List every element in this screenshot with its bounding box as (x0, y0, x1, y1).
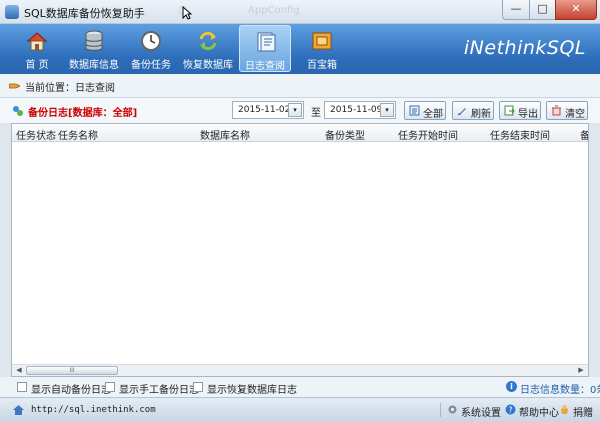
toolbar-label: 备份任务 (131, 60, 171, 71)
toolbar-database-info-button[interactable]: 数据库信息 (68, 25, 120, 72)
column-header-end-time[interactable]: 任务结束时间 (490, 127, 550, 141)
toolbar-label: 日志查阅 (245, 61, 285, 72)
location-bar: 当前位置：日志查阅 (0, 74, 600, 98)
minimize-button[interactable]: — (502, 0, 530, 20)
donate-icon (559, 404, 570, 415)
log-table[interactable]: 任务状态 任务名称 数据库名称 备份类型 任务开始时间 任务结束时间 备 ◀ I… (11, 123, 589, 377)
show-all-button[interactable]: 全部 (404, 101, 446, 120)
scrollbar-thumb[interactable]: III (26, 366, 118, 375)
toolbar-log-view-button[interactable]: 日志查阅 (239, 25, 291, 72)
date-to-value: 2015-11-09 (330, 105, 383, 115)
filter-bar: 备份日志[数据库：全部] 2015-11-02 ▾ 至 2015-11-09 ▾… (0, 98, 600, 123)
settings-icon (447, 404, 458, 415)
background-tab-label: AppConfig (248, 5, 300, 16)
log-options-bar: 显示自动备份日志 显示手工备份日志 显示恢复数据库日志 i 日志信息数量：0条 (0, 377, 600, 397)
backup-log-icon (12, 105, 24, 117)
home-icon (26, 30, 48, 52)
column-header-task-name[interactable]: 任务名称 (58, 127, 98, 141)
export-button[interactable]: 导出 (499, 101, 541, 120)
toolbar-label: 数据库信息 (69, 60, 119, 71)
website-link[interactable]: http://sql.inethink.com (31, 405, 156, 415)
divider (440, 403, 441, 417)
toolbar-label: 首 页 (25, 60, 49, 71)
help-icon: ? (505, 404, 516, 415)
toolbar-toolbox-button[interactable]: 百宝箱 (296, 25, 348, 72)
list-icon (409, 105, 420, 116)
status-bar: http://sql.inethink.com 系统设置 ? 帮助中心 捐赠 (0, 397, 600, 422)
calendar-dropdown-icon[interactable]: ▾ (288, 103, 302, 117)
table-header: 任务状态 任务名称 数据库名称 备份类型 任务开始时间 任务结束时间 备 (12, 124, 588, 142)
export-icon (504, 105, 515, 116)
toolbar-restore-database-button[interactable]: 恢复数据库 (182, 25, 234, 72)
title-bar: SQL数据库备份恢复助手 ▢ AppConfig — □ ✕ (0, 0, 600, 24)
horizontal-scrollbar[interactable]: ◀ III ▶ (12, 364, 588, 376)
date-range-separator: 至 (311, 108, 321, 119)
column-header-status[interactable]: 任务状态 (16, 127, 56, 141)
refresh-button[interactable]: 刷新 (452, 101, 494, 120)
close-button[interactable]: ✕ (555, 0, 597, 20)
column-header-start-time[interactable]: 任务开始时间 (398, 127, 458, 141)
location-pin-icon (8, 81, 21, 91)
date-from-value: 2015-11-02 (238, 105, 291, 115)
toolbar-backup-task-button[interactable]: 备份任务 (125, 25, 177, 72)
toolbar-home-button[interactable]: 首 页 (11, 25, 63, 72)
mouse-cursor-icon (182, 5, 193, 20)
calendar-dropdown-icon[interactable]: ▾ (380, 103, 394, 117)
maximize-button[interactable]: □ (529, 0, 556, 20)
column-header-database-name[interactable]: 数据库名称 (200, 127, 250, 141)
log-count: 日志信息数量：0条 (520, 385, 600, 396)
log-icon (255, 31, 277, 53)
column-header-remark[interactable]: 备 (580, 127, 588, 141)
main-toolbar: 首 页 数据库信息 备份任务 恢复数据库 日志查阅 百宝箱 iNethinkSQ… (0, 24, 600, 74)
clock-icon (140, 30, 162, 52)
refresh-icon (457, 105, 468, 116)
toolbox-icon (311, 30, 333, 52)
window-title: SQL数据库备份恢复助手 (24, 7, 145, 20)
info-icon: i (506, 381, 517, 392)
website-home-icon (12, 404, 25, 416)
app-icon (5, 5, 19, 19)
scroll-left-arrow-icon[interactable]: ◀ (14, 366, 24, 375)
brand-logo-text: iNethinkSQL (463, 37, 586, 59)
restore-icon (197, 30, 219, 52)
breadcrumb: 当前位置：日志查阅 (25, 83, 115, 94)
date-to-picker[interactable]: 2015-11-09 ▾ (324, 101, 396, 119)
scroll-right-arrow-icon[interactable]: ▶ (576, 366, 586, 375)
checkbox-box[interactable] (193, 382, 203, 392)
svg-text:?: ? (508, 406, 512, 415)
log-filter-title: 备份日志[数据库：全部] (28, 108, 138, 119)
date-from-picker[interactable]: 2015-11-02 ▾ (232, 101, 304, 119)
clear-button[interactable]: 清空 (546, 101, 588, 120)
toolbar-label: 百宝箱 (307, 60, 337, 71)
database-icon (83, 30, 105, 52)
toolbar-label: 恢复数据库 (183, 60, 233, 71)
column-header-backup-type[interactable]: 备份类型 (325, 127, 365, 141)
checkbox-box[interactable] (105, 382, 115, 392)
clear-icon (551, 105, 562, 116)
checkbox-box[interactable] (17, 382, 27, 392)
